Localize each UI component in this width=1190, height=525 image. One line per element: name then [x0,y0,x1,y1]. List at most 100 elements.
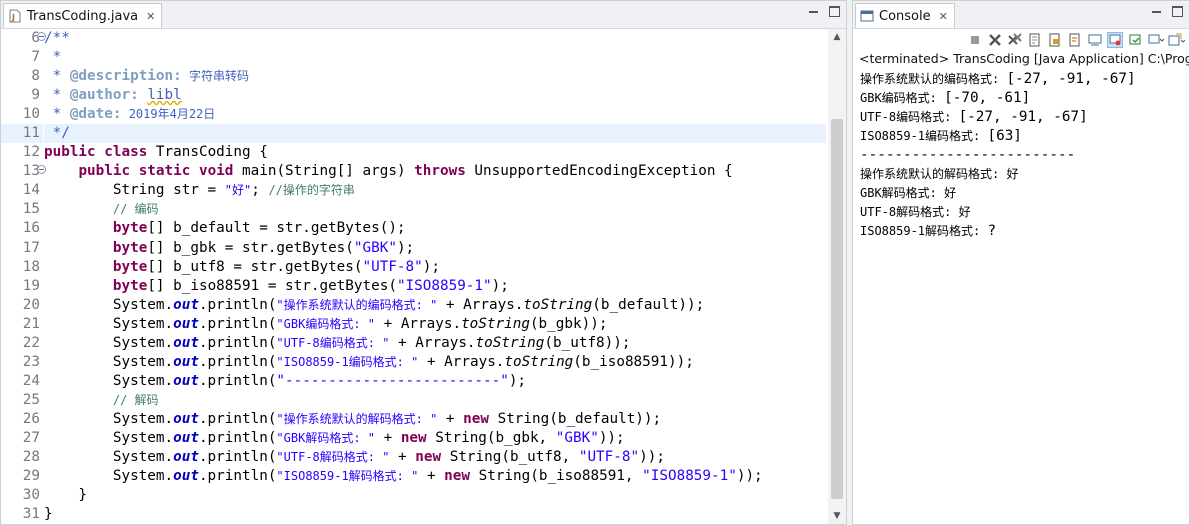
code-line: byte[] b_iso88591 = str.getBytes("ISO885… [112,277,509,294]
code-line: System.out.println("--------------------… [44,372,527,389]
open-console-icon[interactable] [1147,32,1165,48]
line-number: 30 [22,487,40,504]
line-number-gutter: 6 7 8 9 10 11 12 13 14 15 16 17 18 19 20 21 22 23 24 25 26 27… [1,29,46,524]
java-file-icon: J [8,9,22,23]
code-area[interactable]: /** * * @description: 字符串转码 * @author: l… [44,29,826,524]
console-line-label: UTF-8编码格式: [860,110,959,125]
console-line-value: [63] [987,128,1022,145]
line-number: 15 [22,201,40,218]
console-line-value: ------------------------- [860,147,1076,164]
code-line: System.out.println("操作系统默认的编码格式: " + Arr… [44,296,705,313]
console-line-value: 好 [958,205,971,220]
console-line-value: [-27, -91, -67] [1006,71,1136,87]
console-line-label: GBK解码格式: [860,186,945,201]
console-line: 操作系统默认的解码格式: 好 [860,165,1136,184]
tab-label: Console [879,8,931,24]
tab-transcoding-java[interactable]: J TransCoding.java ✕ [3,3,163,28]
editor-vertical-scrollbar[interactable]: ▲ ▼ [828,29,846,524]
line-number: 23 [22,353,40,370]
code-line: byte[] b_utf8 = str.getBytes("UTF-8"); [112,258,440,275]
code-line: byte[] b_gbk = str.getBytes("GBK"); [112,239,415,256]
line-number: 11 [1,124,43,144]
code-line: * @author: libl [44,87,182,104]
code-line: System.out.println("GBK编码格式: " + Arrays.… [44,315,608,332]
line-number: 10 [22,106,40,123]
line-number: 18 [22,258,40,275]
pin-console-icon[interactable] [1107,32,1123,48]
remove-all-terminated-icon[interactable] [1007,32,1023,48]
line-number: 21 [22,315,40,332]
maximize-icon[interactable] [1172,6,1183,17]
line-number: 12 [22,144,40,161]
line-number: 19 [22,277,40,294]
console-line-label: UTF-8解码格式: [860,205,959,220]
line-number: 14 [22,182,40,199]
code-line: byte[] b_default = str.getBytes(); [112,220,406,237]
line-number: 7 [31,49,40,66]
code-line: System.out.println("ISO8859-1编码格式: " + A… [44,353,694,370]
scroll-down-icon[interactable]: ▼ [828,508,846,524]
maximize-icon[interactable] [829,6,840,17]
remove-launch-icon[interactable] [987,32,1003,48]
code-line: System.out.println("UTF-8解码格式: " + new S… [44,449,665,466]
console-line: ISO8859-1编码格式: [63] [860,127,1136,146]
code-line: * [44,49,62,66]
clear-console-icon[interactable] [1027,32,1043,48]
console-line-value: 好 [944,186,957,201]
code-line: // 编码 [112,202,159,217]
console-icon [860,9,874,23]
line-number: 6 [1,29,46,48]
console-pane: Console ✕ <terminated> TransCoding [Java… [852,0,1190,525]
scroll-lock-icon[interactable] [1047,32,1063,48]
code-line: public class TransCoding { [44,144,268,161]
editor-tab-bar: J TransCoding.java ✕ [1,1,846,29]
terminate-icon[interactable] [967,32,983,48]
tab-console[interactable]: Console ✕ [855,3,955,28]
launch-status-label: <terminated> TransCoding [Java Applicati… [859,51,1190,66]
line-number: 28 [22,449,40,466]
console-line: UTF-8编码格式: [-27, -91, -67] [860,108,1136,127]
minimize-icon[interactable] [1151,6,1162,17]
line-number: 29 [22,468,40,485]
line-number: 13 [1,162,46,181]
code-line: // 解码 [112,392,159,407]
line-number: 17 [22,239,40,256]
line-number: 31 [22,506,40,523]
code-line: System.out.println("ISO8859-1解码格式: " + n… [44,468,763,485]
console-line-value: 好 [1006,167,1019,182]
console-line: ISO8859-1解码格式: ? [860,222,1136,241]
console-line: GBK编码格式: [-70, -61] [860,89,1136,108]
code-line: * @date: 2019年4月22日 [44,106,216,123]
svg-text:J: J [11,13,15,22]
console-toolbar [853,29,1189,51]
editor-window-controls [808,6,840,17]
code-line: System.out.println("GBK解码格式: " + new Str… [44,429,625,446]
scroll-up-icon[interactable]: ▲ [828,29,846,45]
console-output[interactable]: 操作系统默认的编码格式: [-27, -91, -67] GBK编码格式: [-7… [860,70,1136,241]
code-line: String str = "好"; //操作的字符串 [44,182,355,199]
close-icon[interactable]: ✕ [939,10,948,23]
code-line: } [44,506,53,523]
display-selected-console-icon[interactable] [1127,32,1143,48]
console-tab-bar: Console ✕ [853,1,1189,29]
show-on-output-icon[interactable] [1087,32,1103,48]
line-number: 25 [22,391,40,408]
minimize-icon[interactable] [808,6,819,17]
word-wrap-icon[interactable] [1067,32,1083,48]
line-number: 9 [31,87,40,104]
console-line-value: [-27, -91, -67] [958,109,1088,126]
console-line-label: 操作系统默认的解码格式: [860,167,1007,182]
code-line: } [44,487,88,504]
line-number: 16 [22,220,40,237]
code-line: * @description: 字符串转码 [44,68,249,85]
code-line: System.out.println("操作系统默认的解码格式: " + new… [44,410,662,427]
line-number: 26 [22,410,40,427]
new-console-icon[interactable] [1167,32,1186,48]
line-number: 8 [31,68,40,85]
console-line-label: 操作系统默认的编码格式: [860,72,1007,86]
scrollbar-thumb[interactable] [831,119,843,499]
console-line-label: ISO8859-1解码格式: [860,224,988,239]
console-line-value: ? [987,223,997,240]
close-icon[interactable]: ✕ [146,10,155,23]
console-line: UTF-8解码格式: 好 [860,203,1136,222]
